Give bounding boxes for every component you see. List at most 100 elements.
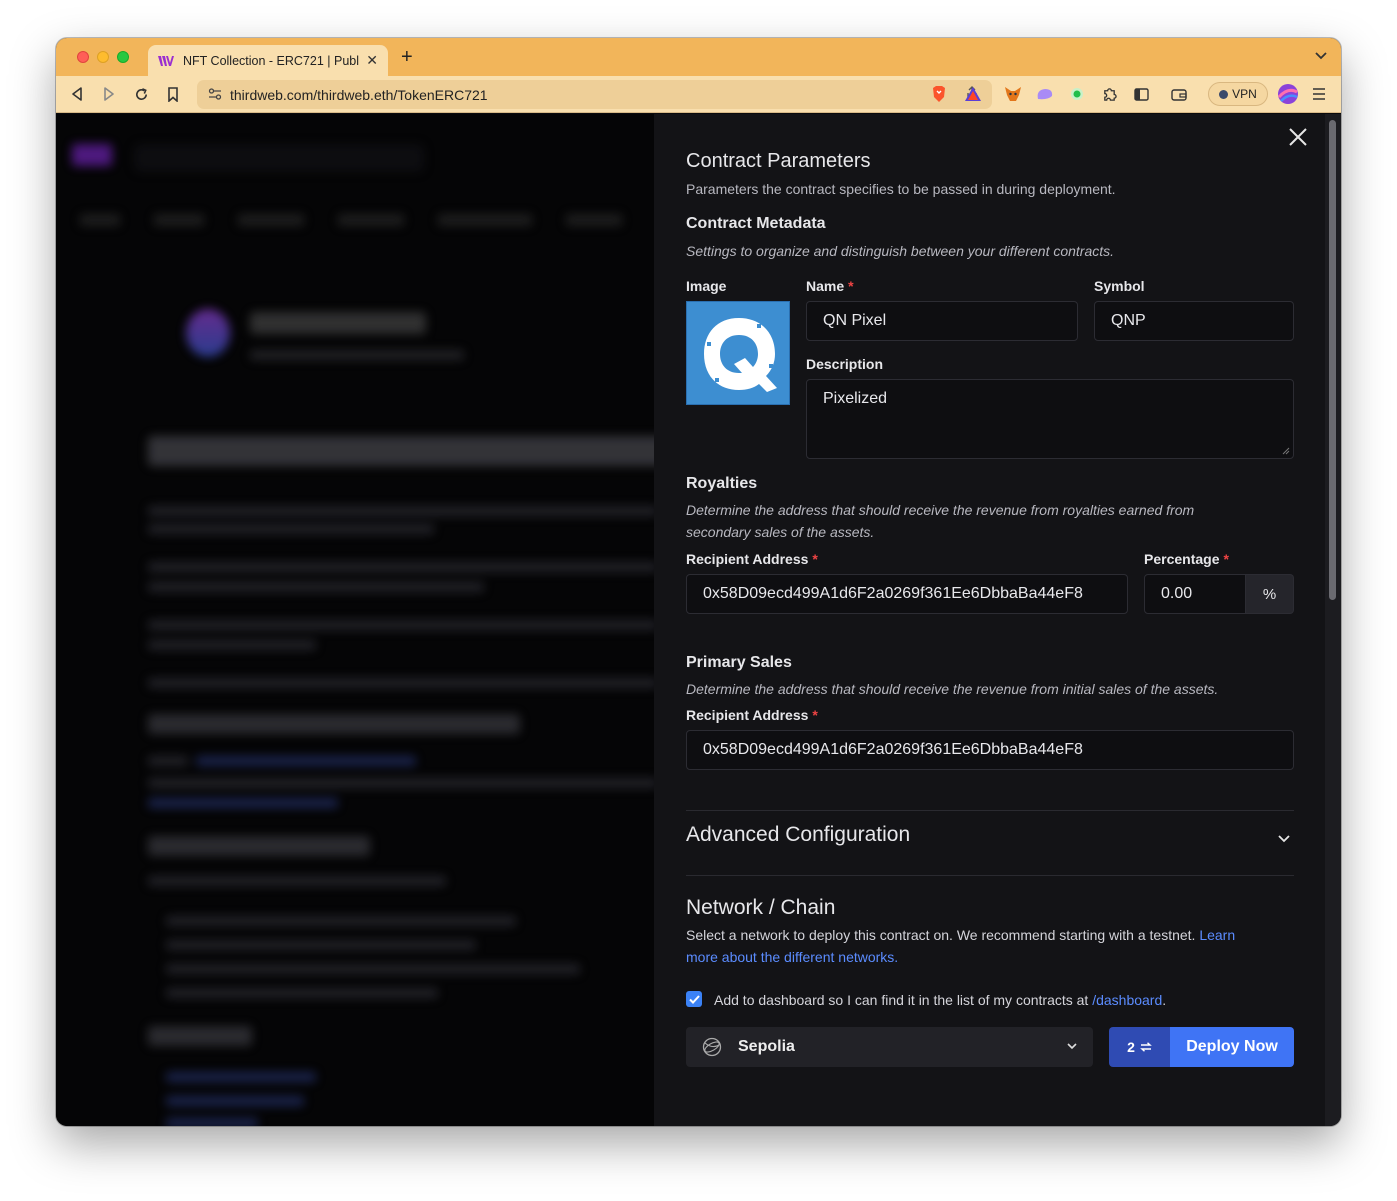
zoom-window-button[interactable] <box>117 51 129 63</box>
browser-tab[interactable]: NFT Collection - ERC721 | Publ ✕ <box>148 45 388 76</box>
bg-heading-block <box>250 312 426 334</box>
back-icon[interactable] <box>68 85 86 103</box>
bg-text-line <box>148 524 434 534</box>
primary-sales-description: Determine the address that should receiv… <box>686 681 1219 697</box>
image-label: Image <box>686 278 727 294</box>
scrollbar-thumb[interactable] <box>1329 120 1336 600</box>
bg-link-line <box>148 798 338 808</box>
contract-parameters-drawer: Contract Parameters Parameters the contr… <box>654 114 1341 1126</box>
primary-recipient-input[interactable]: 0x58D09ecd499A1d6F2a0269f361Ee6DbbaBa44e… <box>686 730 1294 770</box>
drawer-subtitle: Parameters the contract specifies to be … <box>686 181 1116 197</box>
background-page-overlay <box>56 114 654 1126</box>
reload-icon[interactable] <box>132 85 150 103</box>
metadata-section-description: Settings to organize and distinguish bet… <box>686 243 1115 259</box>
drawer-title: Contract Parameters <box>686 150 871 172</box>
bg-search-box <box>134 144 424 172</box>
site-settings-icon[interactable] <box>208 88 222 103</box>
deploy-now-button[interactable]: Deploy Now <box>1170 1027 1294 1067</box>
profile-avatar-icon[interactable] <box>1277 83 1299 105</box>
dashboard-link[interactable]: /dashboard <box>1092 992 1162 1008</box>
required-mark: * <box>848 278 854 294</box>
bg-text-line <box>148 582 484 592</box>
metamask-icon[interactable] <box>1004 85 1022 103</box>
symbol-input[interactable]: QNP <box>1094 301 1294 341</box>
minimize-window-button[interactable] <box>97 51 109 63</box>
advanced-configuration-title[interactable]: Advanced Configuration <box>686 823 910 847</box>
bg-link-line <box>166 1096 304 1106</box>
bg-nav-item <box>238 214 304 226</box>
url-text: thirdweb.com/thirdweb.eth/TokenERC721 <box>230 87 488 103</box>
extensions-puzzle-icon[interactable] <box>1100 85 1118 103</box>
percentage-value: 0.00 <box>1161 585 1193 602</box>
brave-rewards-icon[interactable] <box>964 85 982 103</box>
wallet-icon[interactable] <box>1170 85 1188 103</box>
bg-text-line <box>166 988 438 998</box>
browser-window: NFT Collection - ERC721 | Publ ✕ + third… <box>56 38 1341 1126</box>
advanced-chevron-down-icon[interactable] <box>1278 830 1290 848</box>
required-mark: * <box>1223 551 1229 567</box>
deploy-count: 2 <box>1127 1039 1135 1055</box>
vpn-label: VPN <box>1232 87 1257 101</box>
name-label-text: Name <box>806 278 845 294</box>
network-chevron-down-icon <box>1067 1039 1077 1053</box>
percentage-input[interactable]: 0.00 <box>1144 574 1246 614</box>
vpn-status-icon <box>1219 89 1229 99</box>
royalty-recipient-input[interactable]: 0x58D09ecd499A1d6F2a0269f361Ee6DbbaBa44e… <box>686 574 1128 614</box>
tab-close-icon[interactable]: ✕ <box>366 52 378 69</box>
learn-more-link[interactable]: Learn <box>1199 927 1235 943</box>
page-content: Contract Parameters Parameters the contr… <box>56 114 1341 1126</box>
percentage-unit-addon: % <box>1246 574 1294 614</box>
new-tab-icon[interactable]: + <box>401 47 413 67</box>
bg-text-line <box>148 876 446 886</box>
symbol-label: Symbol <box>1094 278 1145 294</box>
name-input-value: QN Pixel <box>823 312 887 329</box>
name-input[interactable]: QN Pixel <box>806 301 1078 341</box>
vpn-button[interactable]: VPN <box>1208 82 1268 106</box>
percentage-label: Percentage * <box>1144 551 1229 567</box>
tab-strip: NFT Collection - ERC721 | Publ ✕ + <box>56 38 1341 76</box>
resize-handle-icon[interactable] <box>1282 447 1290 455</box>
tab-list-chevron-icon[interactable] <box>1315 49 1327 63</box>
bg-text-line <box>166 940 476 950</box>
bg-text-line <box>148 562 654 572</box>
percentage-label-text: Percentage <box>1144 551 1220 567</box>
forward-icon[interactable] <box>100 85 118 103</box>
address-bar[interactable]: thirdweb.com/thirdweb.eth/TokenERC721 <box>197 80 992 109</box>
bg-link-line <box>166 1118 258 1126</box>
network-select[interactable]: Sepolia <box>686 1027 1093 1067</box>
quicknode-logo-icon <box>687 302 789 404</box>
bg-nav-item <box>438 214 532 226</box>
required-mark: * <box>812 707 818 723</box>
bg-text-line <box>148 620 654 630</box>
bg-section-block <box>148 1026 252 1046</box>
bg-contract-icon <box>186 309 230 357</box>
contract-image-upload[interactable] <box>686 301 790 405</box>
royalties-description-line1: Determine the address that should receiv… <box>686 502 1195 518</box>
extension-green-dot-icon[interactable] <box>1068 85 1086 103</box>
metadata-section-title: Contract Metadata <box>686 215 826 232</box>
close-window-button[interactable] <box>77 51 89 63</box>
royalty-recipient-label-text: Recipient Address <box>686 551 809 567</box>
sidebar-toggle-icon[interactable] <box>1132 85 1150 103</box>
extension-wallet-icon[interactable] <box>1036 85 1054 103</box>
bg-subheading-block <box>250 350 464 360</box>
menu-icon[interactable] <box>1310 85 1328 103</box>
bg-text-line <box>166 916 516 926</box>
brave-shield-icon[interactable] <box>930 85 948 103</box>
add-to-dashboard-checkbox[interactable] <box>686 991 702 1007</box>
bg-section-block <box>148 714 520 734</box>
royalties-section-title: Royalties <box>686 475 758 492</box>
learn-more-link-continued[interactable]: more about the different networks. <box>686 949 898 965</box>
bg-section-block <box>148 836 370 856</box>
bg-link-line <box>166 1072 316 1082</box>
deploy-transaction-count-button[interactable]: 2 <box>1109 1027 1170 1067</box>
bg-logo <box>72 144 112 166</box>
bookmark-icon[interactable] <box>164 85 182 103</box>
description-textarea[interactable]: Pixelized <box>806 379 1294 459</box>
symbol-input-value: QNP <box>1111 312 1146 329</box>
description-textarea-value: Pixelized <box>823 390 888 407</box>
required-mark: * <box>812 551 818 567</box>
close-drawer-icon[interactable] <box>1286 126 1310 150</box>
selected-network: Sepolia <box>738 1038 795 1055</box>
divider <box>686 875 1294 876</box>
